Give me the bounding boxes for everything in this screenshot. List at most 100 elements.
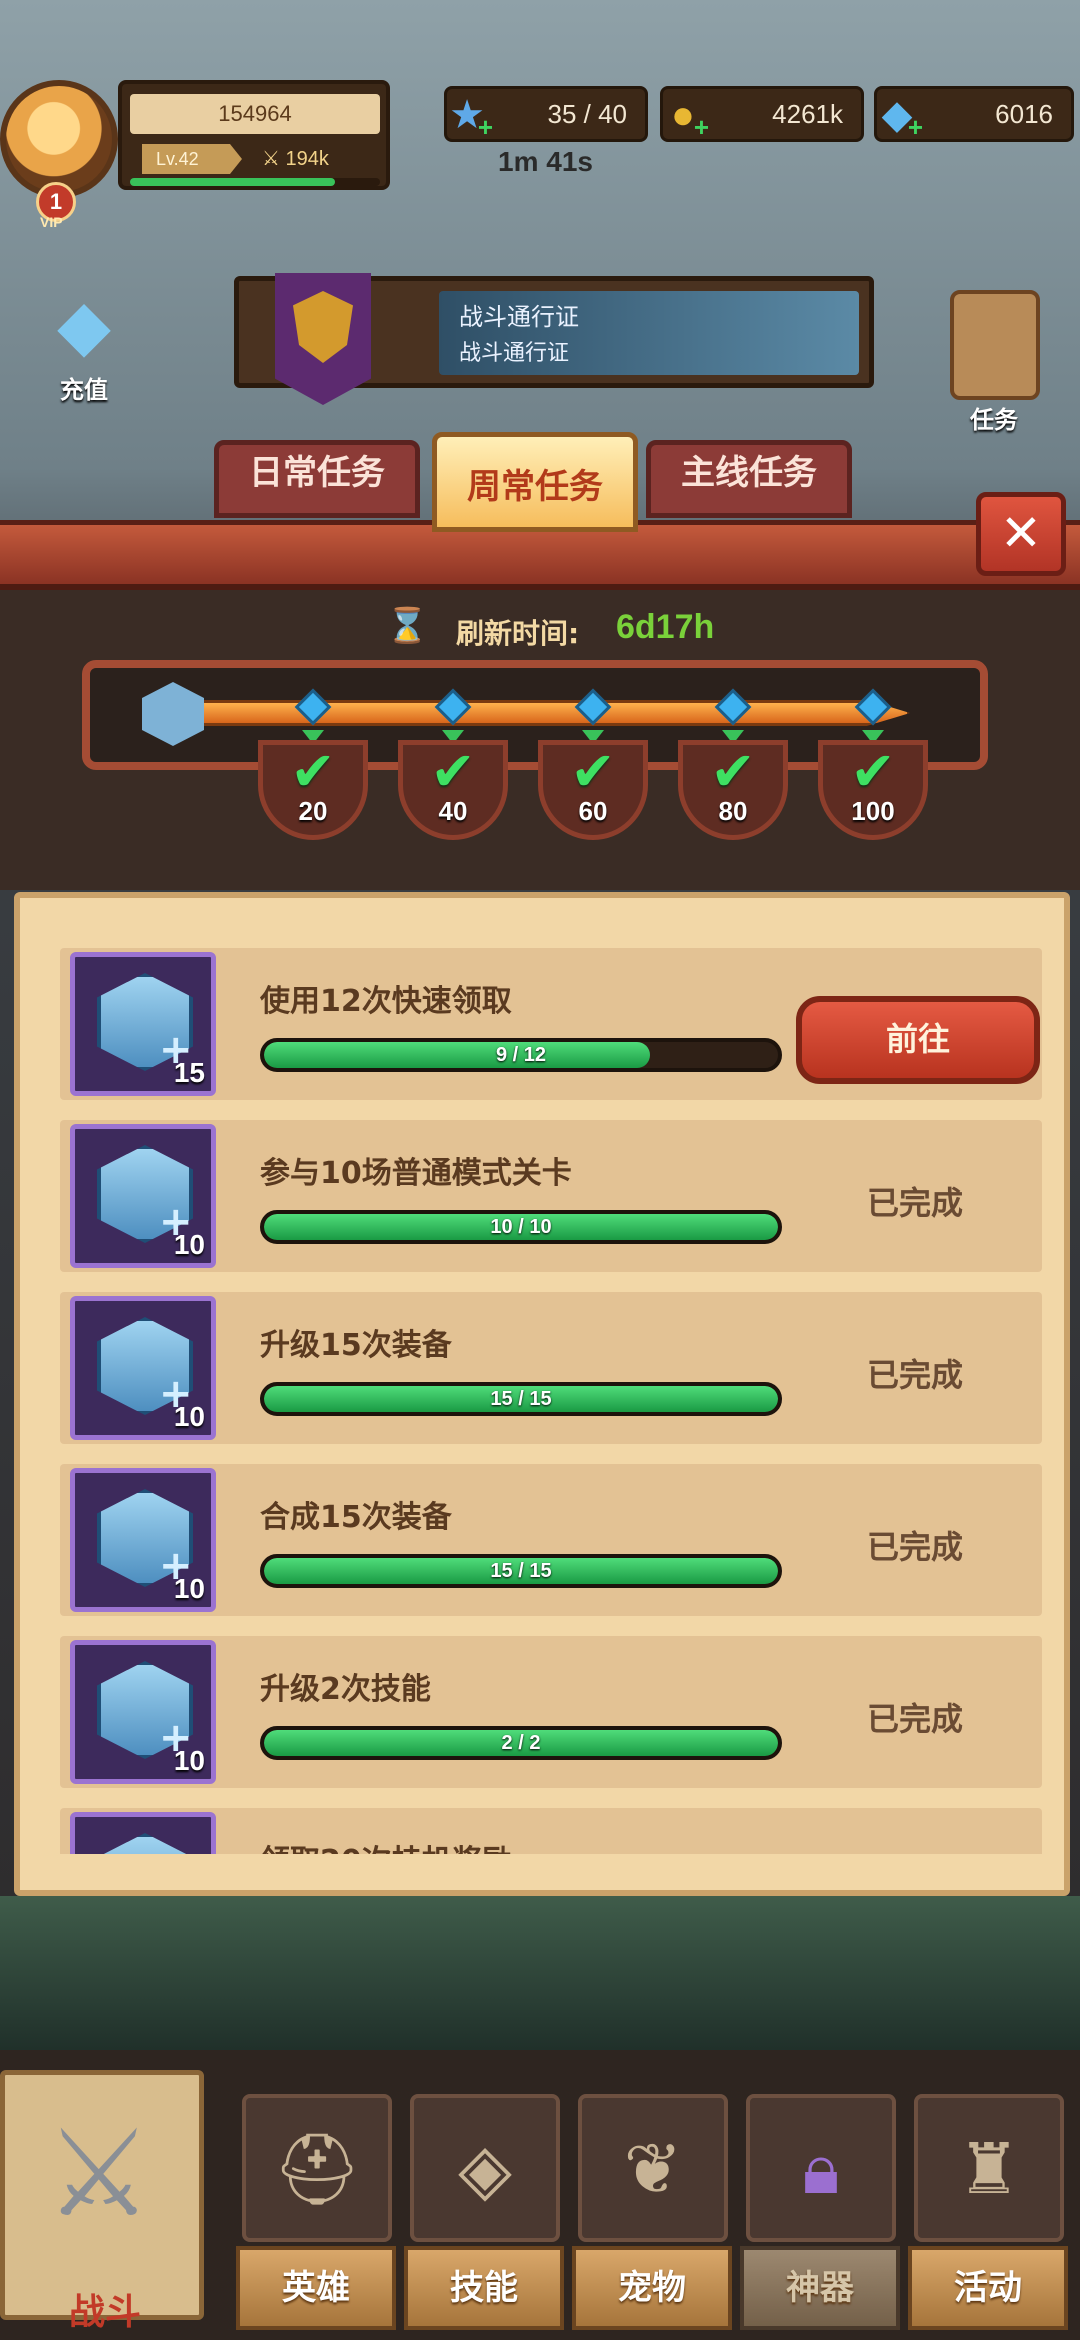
gem-counter[interactable]: ◆ + 6016	[874, 86, 1074, 142]
battle-pass-banner[interactable]: 战斗通行证 战斗通行证	[234, 273, 874, 405]
power-value: 154964	[130, 94, 380, 134]
battle-pass-emblem-icon	[275, 273, 371, 405]
task-title: 升级2次技能	[260, 1672, 431, 1707]
task-reward-icon[interactable]: + 10	[70, 1640, 216, 1784]
task-reward-icon[interactable]: + 10	[70, 1296, 216, 1440]
task-title: 使用12次快速领取	[260, 984, 512, 1019]
quest-button[interactable]: 任务	[930, 250, 1070, 470]
checkmark-icon: ✔	[430, 740, 476, 803]
winged-egg-icon: ❦	[623, 2128, 683, 2210]
checkmark-icon: ✔	[290, 740, 336, 803]
stamina-value: 35 / 40	[547, 99, 627, 129]
task-reward-icon[interactable]: + 10	[70, 1124, 216, 1268]
player-stats-panel[interactable]: 154964 Lv.42 ⚔ 194k	[118, 80, 390, 190]
reward-count: 10	[173, 1573, 205, 1604]
nav-skills[interactable]: ◈ 技能	[404, 2094, 564, 2340]
recharge-button[interactable]: ◆ 充值	[30, 280, 138, 410]
recharge-label: 充值	[60, 377, 108, 404]
gem-value: 6016	[995, 99, 1053, 129]
gold-counter[interactable]: ● + 4261k	[660, 86, 864, 142]
milestone-value: 80	[718, 796, 748, 826]
reward-count: 10	[173, 1401, 205, 1432]
milestone-marker	[854, 688, 892, 726]
completed-label: 已完成	[866, 1528, 963, 1566]
milestone-chest[interactable]: ✔ 80	[678, 688, 788, 840]
milestone-marker	[714, 688, 752, 726]
nav-skills-label: 技能	[450, 2268, 518, 2308]
level-tag: Lv.42	[142, 144, 242, 174]
add-gem-icon[interactable]: +	[908, 112, 923, 143]
task-tabs: 日常任务 主线任务 周常任务	[214, 432, 864, 542]
tab-daily[interactable]: 日常任务	[214, 440, 420, 518]
task-progress-bar: 15 / 15	[260, 1382, 782, 1416]
milestone-value: 20	[298, 796, 328, 826]
task-progress-bar: 15 / 15	[260, 1554, 782, 1588]
task-reward-icon[interactable]: + 10	[70, 1468, 216, 1612]
milestone-chest[interactable]: ✔ 60	[538, 688, 648, 840]
completed-label: 已完成	[866, 1356, 963, 1394]
close-button[interactable]: ✕	[976, 492, 1066, 576]
task-progress-bar: 9 / 12	[260, 1038, 782, 1072]
add-gold-icon[interactable]: +	[694, 112, 709, 143]
nav-heroes-label: 英雄	[282, 2268, 350, 2308]
task-row: + 10 参与10场普通模式关卡 10 / 10 已完成	[60, 1120, 1042, 1272]
reward-count: 10	[173, 1745, 205, 1776]
battle-pass-subtitle: 战斗通行证	[459, 341, 570, 366]
nav-events-label: 活动	[954, 2268, 1022, 2308]
task-title: 领取20次挂机奖励	[260, 1836, 512, 1854]
task-reward-icon[interactable]: + 15	[70, 952, 216, 1096]
nav-events[interactable]: ♜ 活动	[908, 2094, 1068, 2340]
task-progress-bar: 2 / 2	[260, 1726, 782, 1760]
gem-icon: ◆ +	[881, 93, 923, 142]
task-row: + 10 升级15次装备 15 / 15 已完成	[60, 1292, 1042, 1444]
player-avatar[interactable]	[0, 80, 118, 198]
milestone-value: 40	[438, 796, 468, 826]
milestone-marker	[294, 688, 332, 726]
gem-pile-icon: ◆	[57, 284, 111, 366]
milestone-marker	[434, 688, 472, 726]
activity-points-icon	[142, 682, 204, 746]
nav-artifacts[interactable]: 🔒︎ 神器	[740, 2094, 900, 2340]
refresh-value: 6d17h	[616, 608, 715, 646]
horn-icon: ♜	[957, 2128, 1021, 2210]
hourglass-icon: ⌛	[386, 606, 429, 646]
progress-text: 10 / 10	[490, 1216, 552, 1238]
progress-text: 15 / 15	[490, 1388, 552, 1410]
spellbook-icon: ◈	[458, 2128, 512, 2210]
star-icon: ★ +	[449, 93, 493, 142]
vip-label: VIP	[40, 214, 63, 230]
bottom-nav: ⚔ 战斗 ⛑ 英雄 ◈ 技能 ❦ 宠物 🔒︎ 神器 ♜ 活动	[0, 2050, 1080, 2340]
stamina-counter[interactable]: ★ + 35 / 40	[444, 86, 648, 142]
milestone-value: 100	[851, 796, 895, 826]
nav-pets[interactable]: ❦ 宠物	[572, 2094, 732, 2340]
gold-coin-icon: ● +	[670, 93, 709, 142]
activity-emblem-icon	[97, 1833, 193, 1854]
task-row: 领取20次挂机奖励	[60, 1808, 1042, 1854]
checkmark-icon: ✔	[710, 740, 756, 803]
milestone-chest[interactable]: ✔ 40	[398, 688, 508, 840]
nav-pets-label: 宠物	[618, 2268, 686, 2308]
checkmark-icon: ✔	[570, 740, 616, 803]
task-title: 升级15次装备	[260, 1328, 452, 1363]
tab-main[interactable]: 主线任务	[646, 440, 852, 518]
task-row: + 15 使用12次快速领取 9 / 12 前往	[60, 948, 1042, 1100]
xp-bar	[130, 178, 380, 186]
task-progress-bar: 10 / 10	[260, 1210, 782, 1244]
milestone-chest[interactable]: ✔ 20	[258, 688, 368, 840]
completed-label: 已完成	[866, 1184, 963, 1222]
milestone-chest[interactable]: ✔ 100	[818, 688, 928, 840]
tab-weekly[interactable]: 周常任务	[432, 432, 638, 532]
completed-label: 已完成	[866, 1700, 963, 1738]
add-stamina-icon[interactable]: +	[478, 112, 493, 143]
go-button[interactable]: 前往	[796, 996, 1040, 1084]
task-list[interactable]: + 15 使用12次快速领取 9 / 12 前往 + 10 参与10场普通模式关…	[44, 948, 1042, 1854]
progress-text: 2 / 2	[501, 1732, 541, 1754]
nav-battle[interactable]: ⚔ 战斗	[0, 2070, 204, 2333]
attack-number: 194k	[285, 148, 329, 170]
task-reward-icon[interactable]	[70, 1812, 216, 1854]
nav-heroes[interactable]: ⛑ 英雄	[236, 2094, 396, 2340]
attack-value: ⚔ 194k	[262, 148, 329, 170]
task-row: + 10 升级2次技能 2 / 2 已完成	[60, 1636, 1042, 1788]
milestone-value: 60	[578, 796, 608, 826]
milestone-marker	[574, 688, 612, 726]
